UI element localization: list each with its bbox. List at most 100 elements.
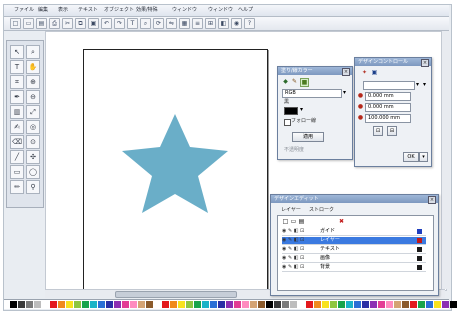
redo-icon[interactable]: ↷ [114,18,125,29]
layer-color-swatch[interactable] [417,238,422,243]
layer-visibility-icons[interactable]: ◉ ✎ ◧ ⊡ [282,228,318,235]
zoom-tool[interactable]: ⌕ [26,45,40,59]
current-color-swatch[interactable] [284,107,298,115]
palette-swatch[interactable] [122,301,129,308]
palette-swatch[interactable] [66,301,73,308]
palette-swatch[interactable] [74,301,81,308]
link-button[interactable]: ⊟ [387,126,397,136]
zoom-out-tool[interactable]: ⊖ [26,90,40,104]
chevron-down-icon[interactable]: ▾ [298,106,305,113]
menu-item-6[interactable]: ウィンドウ [172,6,197,15]
rect-tool[interactable]: ▭ [10,165,24,179]
apply-button[interactable]: 適用 [292,132,324,142]
paste-icon[interactable]: ▣ [88,18,99,29]
eraser-tool[interactable]: ⌫ [10,135,24,149]
palette-swatch[interactable] [34,301,41,308]
layer-row[interactable]: ◉ ✎ ◧ ⊡ ガイド [282,228,426,236]
palette-swatch[interactable] [18,301,25,308]
crop-tool[interactable]: ⌗ [10,75,24,89]
layer-row[interactable]: ◉ ✎ ◧ ⊡ 画像 [282,255,426,263]
rotate-icon[interactable]: ⟳ [153,18,164,29]
layer-row[interactable]: ◉ ✎ ◧ ⊡ 背景 [282,264,426,272]
palette-swatch[interactable] [306,301,313,308]
layer-panel-title[interactable]: デザインエディット × [271,195,438,204]
palette-swatch[interactable] [154,301,161,308]
transform-icon[interactable]: ✦ [361,69,368,76]
menu-item-1[interactable]: 編集 [38,6,48,15]
pencil-tool[interactable]: ✏ [10,180,24,194]
duplicate-layer-icon[interactable]: ▭ [290,218,297,225]
palette-swatch[interactable] [282,301,289,308]
palette-swatch[interactable] [322,301,329,308]
layer-options-icon[interactable]: ▤ [298,218,305,225]
palette-swatch[interactable] [162,301,169,308]
save-icon[interactable]: ▤ [36,18,47,29]
pen-tool[interactable]: ✒ [10,90,24,104]
chevron-down-icon[interactable]: ▾ [414,81,421,88]
palette-swatch[interactable] [354,301,361,308]
magnify-tool[interactable]: ⊙ [26,135,40,149]
y-position-field[interactable]: 0.000 mm [365,92,411,101]
lock-button[interactable]: ⊡ [373,126,383,136]
menu-item-3[interactable]: テキスト [78,6,98,15]
transform-panel-title[interactable]: デザインコントロール × [355,58,431,67]
palette-swatch[interactable] [370,301,377,308]
palette-swatch[interactable] [346,301,353,308]
pan-tool[interactable]: ✣ [26,150,40,164]
ellipse-tool[interactable]: ◯ [26,165,40,179]
text-tool[interactable]: T [10,60,24,74]
palette-swatch[interactable] [186,301,193,308]
layer-color-swatch[interactable] [417,256,422,261]
palette-swatch[interactable] [146,301,153,308]
palette-swatch[interactable] [218,301,225,308]
palette-swatch[interactable] [202,301,209,308]
palette-swatch[interactable] [410,301,417,308]
palette-swatch[interactable] [58,301,65,308]
menu-item-0[interactable]: ファイル [14,6,34,15]
palette-swatch[interactable] [210,301,217,308]
layer-visibility-icons[interactable]: ◉ ✎ ◧ ⊡ [282,264,318,271]
zoom-in-tool[interactable]: ⊕ [26,75,40,89]
palette-swatch[interactable] [250,301,257,308]
palette-swatch[interactable] [394,301,401,308]
palette-swatch[interactable] [330,301,337,308]
stroke-tab[interactable]: ストローク [309,207,334,213]
palette-swatch[interactable] [426,301,433,308]
palette-swatch[interactable] [378,301,385,308]
color-panel-title[interactable]: 塗り/線カラー × [278,67,352,76]
palette-swatch[interactable] [194,301,201,308]
palette-swatch[interactable] [226,301,233,308]
palette-swatch[interactable] [10,301,17,308]
palette-swatch[interactable] [234,301,241,308]
palette-swatch[interactable] [178,301,185,308]
line-tool[interactable]: ╱ [10,150,24,164]
fill-icon[interactable]: ◆ [282,78,289,85]
help-icon[interactable]: ? [244,18,255,29]
layer-row[interactable]: ◉ ✎ ◧ ⊡ テキスト [282,246,426,254]
color-mode-select[interactable]: RGB [282,89,342,98]
palette-swatch[interactable] [106,301,113,308]
palette-swatch[interactable] [50,301,57,308]
chevron-down-icon[interactable]: ▾ [421,81,428,88]
palette-swatch[interactable] [418,301,425,308]
open-icon[interactable]: ▭ [23,18,34,29]
text-icon[interactable]: T [127,18,138,29]
menu-item-8[interactable]: ヘルプ [238,6,253,15]
options-button[interactable]: ▾ [419,152,428,162]
layer-icon[interactable]: ◧ [218,18,229,29]
zoom-icon[interactable]: ⌕ [140,18,151,29]
x-position-field[interactable] [363,81,415,90]
chevron-down-icon[interactable]: ▾ [341,89,348,96]
palette-swatch[interactable] [386,301,393,308]
height-field[interactable]: 100.000 mm [365,114,411,123]
layer-visibility-icons[interactable]: ◉ ✎ ◧ ⊡ [282,246,318,253]
selection-tool[interactable]: ↖ [10,45,24,59]
palette-swatch[interactable] [338,301,345,308]
palette-swatch[interactable] [402,301,409,308]
palette-swatch[interactable] [170,301,177,308]
palette-swatch[interactable] [98,301,105,308]
new-layer-icon[interactable]: □ [282,218,289,225]
new-icon[interactable]: □ [10,18,21,29]
palette-swatch[interactable] [298,301,305,308]
palette-swatch[interactable] [266,301,273,308]
